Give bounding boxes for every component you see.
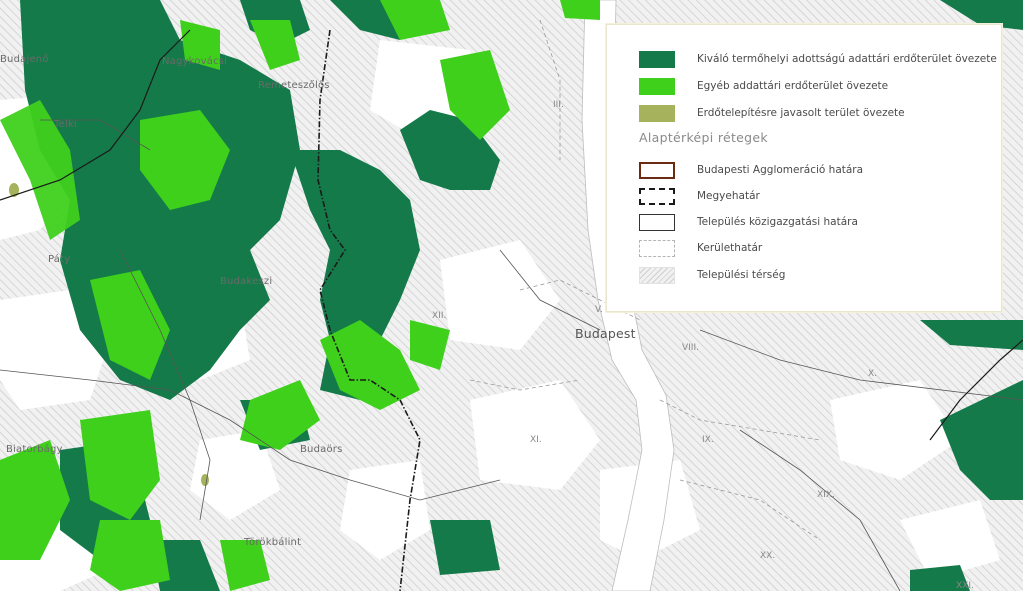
label-budapest: Budapest xyxy=(575,326,636,341)
settlement-area-swatch-icon xyxy=(639,266,675,284)
label-budaors: Budaörs xyxy=(300,444,343,455)
label-biatorbagy: Biatorbágy xyxy=(6,443,63,455)
legend-label: Egyéb addattári erdőterület övezete xyxy=(697,80,889,92)
legend-label: Település közigazgatási határa xyxy=(697,216,858,228)
map-legend: Kiváló termőhelyi adottságú adattári erd… xyxy=(606,24,1002,312)
light-green-swatch-icon xyxy=(639,77,675,95)
district-viii: VIII. xyxy=(682,343,699,353)
legend-label: Kiváló termőhelyi adottságú adattári erd… xyxy=(697,53,997,65)
county-border-swatch-icon xyxy=(639,187,675,205)
olive-swatch-icon xyxy=(639,104,675,122)
legend-row-municipal: Település közigazgatási határa xyxy=(639,212,858,232)
municipal-border-swatch-icon xyxy=(639,213,675,231)
legend-row-afforestation: Erdőtelepítésre javasolt terület övezete xyxy=(639,103,905,123)
district-iii: III. xyxy=(553,100,564,110)
label-budakeszi: Budakeszi xyxy=(220,276,272,287)
label-telki: Telki xyxy=(53,119,77,130)
district-xix: XIX. xyxy=(817,490,835,500)
district-xii: XII. xyxy=(432,311,446,321)
district-xx: XX. xyxy=(760,551,775,561)
label-paty: Páty xyxy=(48,253,70,265)
legend-label: Megyehatár xyxy=(697,190,760,202)
agglomeration-border-swatch-icon xyxy=(639,161,675,179)
legend-row-county: Megyehatár xyxy=(639,186,760,206)
dark-green-swatch-icon xyxy=(639,50,675,68)
label-remeteszolos: Remeteszőlős xyxy=(258,79,330,91)
label-torokbalint: Törökbálint xyxy=(243,536,301,548)
legend-row-district: Kerülethatár xyxy=(639,238,762,258)
label-nagykovacsi: Nagykovácsi xyxy=(162,55,227,67)
legend-row-other-forest: Egyéb addattári erdőterület övezete xyxy=(639,76,888,96)
legend-row-agglomeration: Budapesti Agglomeráció határa xyxy=(639,160,863,180)
district-v: V. xyxy=(595,305,603,315)
legend-label: Kerülethatár xyxy=(697,242,763,254)
legend-layers-title: Alaptérképi rétegek xyxy=(639,130,768,145)
district-xi: XI. xyxy=(530,435,542,445)
legend-label: Budapesti Agglomeráció határa xyxy=(697,164,864,176)
legend-row-settlement: Települési térség xyxy=(639,265,785,285)
district-x: X. xyxy=(868,369,877,379)
legend-row-excellent-forest: Kiváló termőhelyi adottságú adattári erd… xyxy=(639,49,997,69)
legend-label: Települési térség xyxy=(697,269,786,281)
district-border-swatch-icon xyxy=(639,239,675,257)
legend-label: Erdőtelepítésre javasolt terület övezete xyxy=(697,107,905,119)
label-budajeno: Budajenő xyxy=(0,53,49,65)
district-xxi: XXI. xyxy=(956,581,974,591)
district-ix: IX. xyxy=(702,435,714,445)
